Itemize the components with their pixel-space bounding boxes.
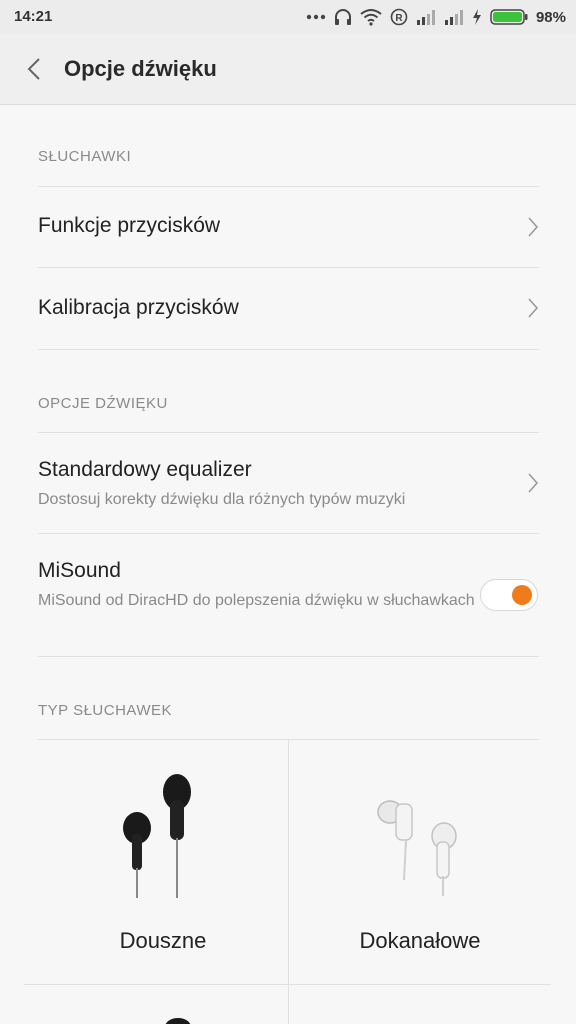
divider xyxy=(38,349,539,350)
misound-item: MiSound MiSound od DiracHD do polepszeni… xyxy=(0,534,576,656)
in-ear-white-icon xyxy=(377,800,457,896)
back-button[interactable] xyxy=(18,53,50,85)
page-title: Opcje dźwięku xyxy=(64,56,217,81)
status-bar: 14:21 R 98% xyxy=(0,0,576,34)
headphone-type-in-ear[interactable]: Dokanałowe xyxy=(295,740,545,985)
earbuds-black-icon xyxy=(123,774,191,898)
headphone-type-label: Douszne xyxy=(119,928,207,953)
grid-divider xyxy=(288,740,289,1024)
item-title: Kalibracja przycisków xyxy=(38,296,239,319)
section-header-headphone-type: TYP SŁUCHAWEK xyxy=(38,702,173,719)
headphones-icon xyxy=(334,9,351,25)
chevron-right-icon xyxy=(528,298,539,318)
item-subtitle: Dostosuj korekty dźwięku dla różnych typ… xyxy=(38,491,406,508)
chevron-right-icon xyxy=(528,473,539,493)
item-title: MiSound xyxy=(38,559,121,582)
section-header-headphones: SŁUCHAWKI xyxy=(38,148,132,165)
status-icons: R 98% xyxy=(306,6,566,28)
button-functions-item[interactable]: Funkcje przycisków xyxy=(0,187,576,267)
app-header: Opcje dźwięku xyxy=(0,34,576,105)
registered-icon: R xyxy=(390,8,408,26)
item-title: Funkcje przycisków xyxy=(38,214,221,237)
headphone-type-earbuds[interactable]: Douszne xyxy=(38,740,288,985)
headphone-type-label: Dokanałowe xyxy=(359,928,481,953)
chevron-left-icon xyxy=(27,58,40,80)
divider xyxy=(38,656,539,657)
signal-icon xyxy=(444,10,463,25)
battery-icon xyxy=(490,9,528,25)
charging-icon xyxy=(472,9,481,25)
battery-percent: 98% xyxy=(535,8,566,26)
earbuds-black-icon xyxy=(165,1018,191,1024)
headphone-type-next[interactable] xyxy=(38,985,288,1024)
toggle-knob xyxy=(512,585,532,605)
item-subtitle: MiSound od DiracHD do polepszenia dźwięk… xyxy=(38,592,475,609)
dots-icon xyxy=(306,14,326,20)
misound-toggle[interactable] xyxy=(480,579,538,611)
status-time: 14:21 xyxy=(14,8,53,25)
section-header-sound-options: OPCJE DŹWIĘKU xyxy=(38,395,168,412)
svg-text:R: R xyxy=(395,13,403,24)
button-calibration-item[interactable]: Kalibracja przycisków xyxy=(0,268,576,349)
equalizer-item[interactable]: Standardowy equalizer Dostosuj korekty d… xyxy=(0,433,576,533)
signal-icon xyxy=(416,10,435,25)
item-title: Standardowy equalizer xyxy=(38,458,252,481)
wifi-icon xyxy=(360,9,382,26)
chevron-right-icon xyxy=(528,217,539,237)
